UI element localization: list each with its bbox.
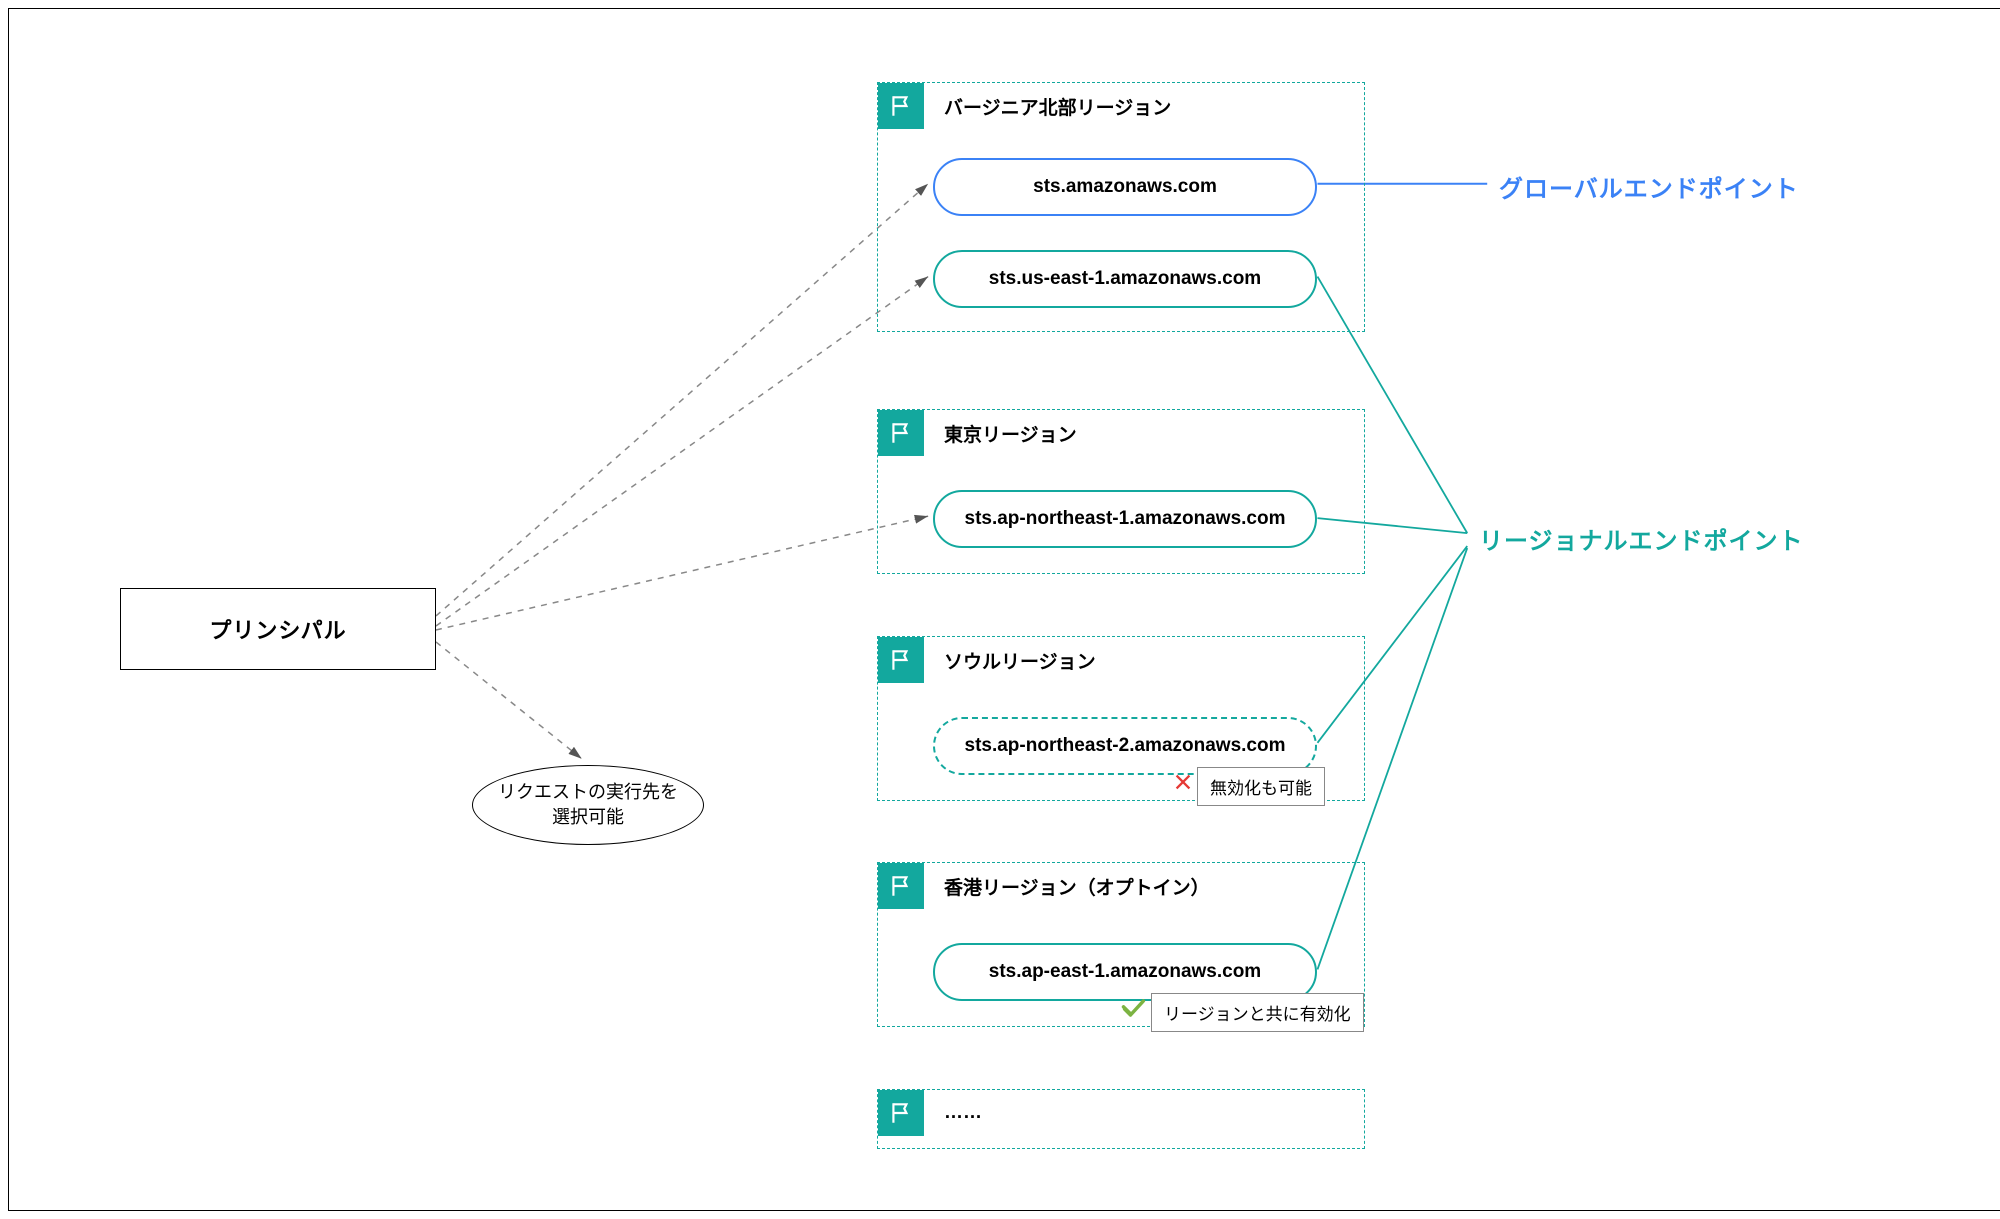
region-header: 東京リージョン [878,410,1077,456]
flag-icon [878,863,924,909]
region-header: バージニア北部リージョン [878,83,1171,129]
tag-text: 無効化も可能 [1210,779,1312,798]
check-icon [1120,994,1148,1022]
region-title: …… [944,1102,982,1124]
flag-icon [878,410,924,456]
note-text: リクエストの実行先を選択可能 [491,780,685,830]
note-ellipse: リクエストの実行先を選択可能 [472,765,704,845]
region-title: 香港リージョン（オプトイン） [944,873,1210,900]
region-header: …… [878,1090,982,1136]
endpoint-us-east-1: sts.us-east-1.amazonaws.com [933,250,1317,308]
region-header: ソウルリージョン [878,637,1096,683]
region-tokyo: 東京リージョン sts.ap-northeast-1.amazonaws.com [877,409,1365,574]
flag-icon [878,83,924,129]
endpoint-ap-northeast-1: sts.ap-northeast-1.amazonaws.com [933,490,1317,548]
tag-disable: 無効化も可能 [1197,767,1325,806]
endpoint-global: sts.amazonaws.com [933,158,1317,216]
endpoint-text: sts.ap-east-1.amazonaws.com [989,961,1261,983]
x-icon [1172,771,1194,793]
principal-label: プリンシパル [209,613,346,645]
endpoint-text: sts.us-east-1.amazonaws.com [989,268,1261,290]
region-virginia: バージニア北部リージョン sts.amazonaws.com sts.us-ea… [877,82,1365,332]
tag-enable: リージョンと共に有効化 [1151,993,1364,1032]
label-text: グローバルエンドポイント [1499,176,1799,203]
label-regional-endpoint: リージョナルエンドポイント [1479,521,1804,556]
tag-text: リージョンと共に有効化 [1164,1005,1351,1024]
endpoint-text: sts.ap-northeast-2.amazonaws.com [965,735,1286,757]
label-global-endpoint: グローバルエンドポイント [1499,169,1799,204]
flag-icon [878,1090,924,1136]
region-more: …… [877,1089,1365,1149]
flag-icon [878,637,924,683]
principal-node: プリンシパル [120,588,436,670]
region-title: 東京リージョン [944,420,1077,447]
region-title: バージニア北部リージョン [944,93,1171,120]
endpoint-text: sts.amazonaws.com [1033,176,1217,198]
label-text: リージョナルエンドポイント [1479,528,1804,555]
endpoint-text: sts.ap-northeast-1.amazonaws.com [965,508,1286,530]
diagram-canvas: プリンシパル リクエストの実行先を選択可能 バージニア北部リージョン sts.a… [8,8,2000,1211]
region-header: 香港リージョン（オプトイン） [878,863,1210,909]
region-title: ソウルリージョン [944,647,1096,674]
